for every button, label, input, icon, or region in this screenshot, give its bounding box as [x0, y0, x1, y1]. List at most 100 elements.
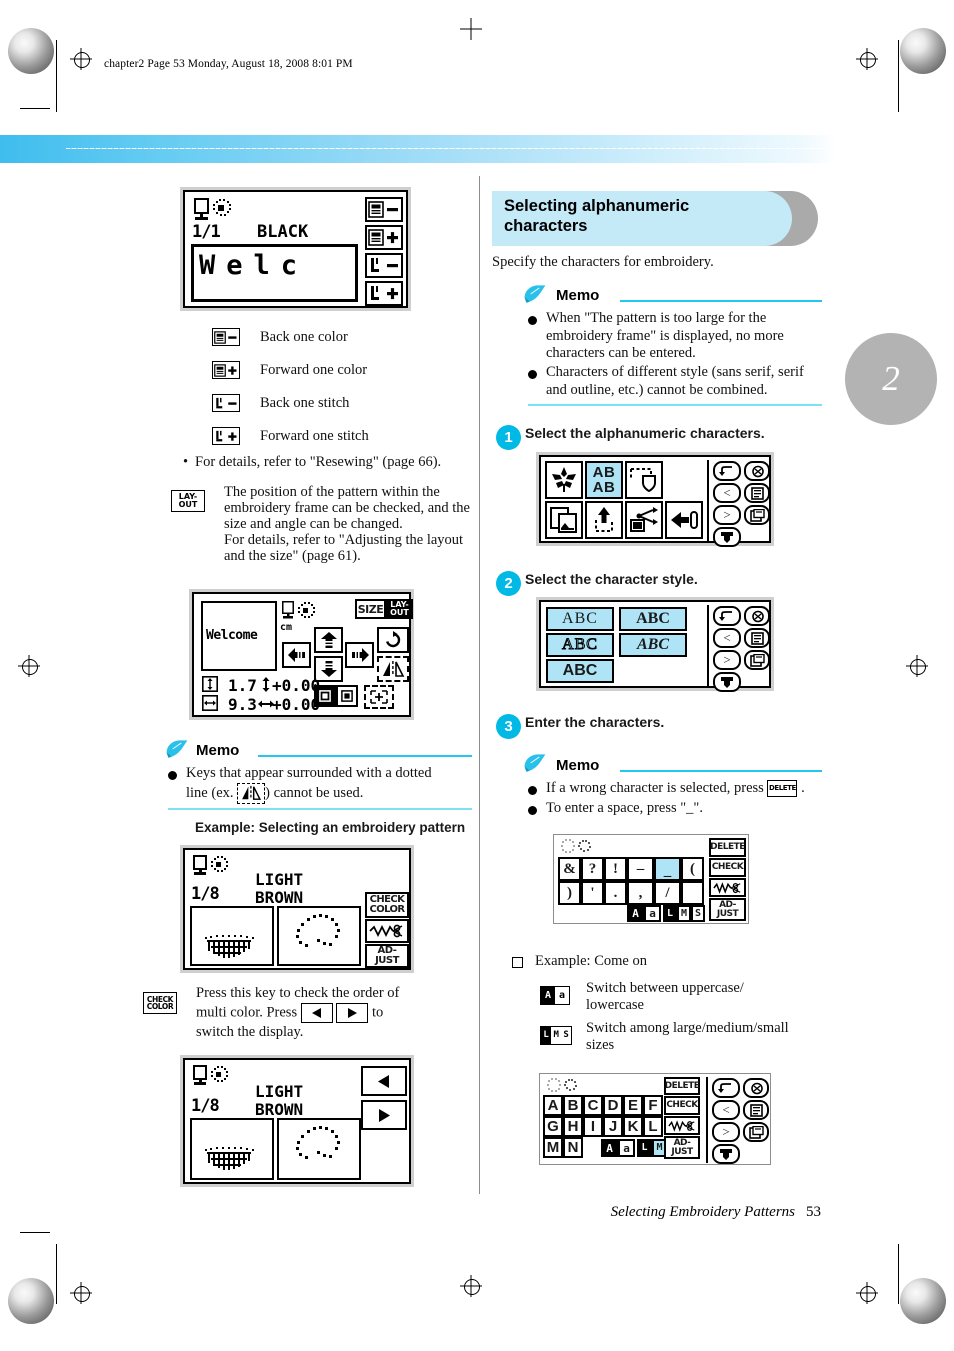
- lcd-key-back-one-color[interactable]: [365, 197, 403, 222]
- lcd-key-delete[interactable]: DELETE: [664, 1077, 700, 1095]
- lcd-symbol-key[interactable]: ?: [581, 857, 604, 881]
- lcd-key-book[interactable]: [743, 1122, 769, 1142]
- lcd-letter-key[interactable]: N: [563, 1137, 583, 1158]
- lcd-key-check[interactable]: CHECK: [664, 1096, 700, 1115]
- lcd-key-next-page[interactable]: >: [712, 1122, 740, 1142]
- lcd-key-case-upper[interactable]: A: [601, 1139, 618, 1157]
- lcd-key-style-outline[interactable]: ABC: [546, 633, 614, 657]
- lcd-key-mirror: [377, 656, 409, 682]
- lcd-letter-key[interactable]: C: [583, 1095, 603, 1116]
- lcd-key-adjust[interactable]: AD- JUST: [709, 898, 746, 921]
- lcd-key-needle-position[interactable]: [744, 606, 770, 626]
- lcd-key-next[interactable]: [361, 1100, 407, 1130]
- lcd-symbol-key[interactable]: .: [604, 881, 627, 905]
- lcd-key-set[interactable]: [712, 1144, 740, 1164]
- lcd-key-memory-recall[interactable]: [665, 501, 703, 539]
- lcd-symbol-key[interactable]: ': [581, 881, 604, 905]
- lcd-letter-key[interactable]: E: [623, 1095, 643, 1116]
- lcd-key-check[interactable]: CHECK: [709, 858, 746, 877]
- lcd-key-needle-position[interactable]: [744, 461, 770, 481]
- lcd-symbol-key-space-selected[interactable]: _: [654, 857, 681, 881]
- adjust-line2: JUST: [375, 955, 399, 966]
- lcd-key-check-color[interactable]: CHECK COLOR: [365, 892, 409, 918]
- ab-key-line2: AB: [592, 479, 616, 496]
- memo1-item2-line1: Characters of different style (sans seri…: [546, 364, 804, 380]
- lcd-key-manual[interactable]: [744, 483, 770, 503]
- lcd-key-pocket-save[interactable]: [585, 501, 623, 539]
- lcd-letter-key[interactable]: I: [583, 1116, 603, 1137]
- lcd-key-move-up[interactable]: [314, 627, 343, 653]
- lcd-letter-key[interactable]: K: [623, 1116, 643, 1137]
- lcd-key-set[interactable]: [713, 672, 741, 692]
- lcd-key-return[interactable]: [713, 461, 741, 481]
- lcd-letter-key[interactable]: J: [603, 1116, 623, 1137]
- lcd-key-next-page[interactable]: >: [713, 650, 741, 670]
- lcd-key-floral-patterns[interactable]: [545, 461, 583, 499]
- lcd-key-style-block[interactable]: ABC: [546, 659, 614, 683]
- lcd-key-case-upper[interactable]: A: [627, 905, 644, 922]
- lcd-key-thread-cut[interactable]: [365, 919, 409, 943]
- lcd-symbol-key[interactable]: –: [627, 857, 654, 881]
- lcd-key-set[interactable]: [713, 527, 741, 547]
- lcd-key-size-small[interactable]: S: [691, 905, 705, 922]
- lcd-key-book[interactable]: [744, 505, 770, 525]
- lcd-key-corner-mode[interactable]: [336, 685, 358, 707]
- lcd-key-move-right[interactable]: [345, 642, 374, 668]
- lcd-key-thread-cut[interactable]: [709, 878, 746, 897]
- lcd-symbol-key[interactable]: ,: [627, 881, 654, 905]
- lcd-key-next-page[interactable]: >: [713, 505, 741, 525]
- lcd-color-line2: BROWN: [255, 888, 304, 907]
- lcd-key-adjust[interactable]: AD- JUST: [365, 944, 409, 968]
- lcd-letter-key[interactable]: A: [543, 1095, 563, 1116]
- lcd-key-frame-patterns[interactable]: [625, 461, 663, 499]
- lcd-key-size-large[interactable]: L: [637, 1139, 652, 1157]
- lcd-symbol-key[interactable]: &: [558, 857, 581, 881]
- lcd-key-needle-position[interactable]: [743, 1078, 769, 1098]
- lcd-key-move-left[interactable]: [282, 642, 311, 668]
- lcd-key-thread-cut[interactable]: [664, 1116, 700, 1135]
- lcd-key-prev-page[interactable]: <: [712, 1100, 740, 1120]
- lcd-key-manual[interactable]: [744, 628, 770, 648]
- lcd-key-back-one-stitch[interactable]: [365, 253, 403, 278]
- lcd-key-style-sans[interactable]: ABC: [546, 607, 614, 631]
- lcd-symbol-key[interactable]: (: [681, 857, 704, 881]
- lcd-key-adjust[interactable]: AD- JUST: [664, 1136, 700, 1159]
- lcd-key-style-script[interactable]: ABC: [619, 633, 687, 657]
- lcd-letter-key[interactable]: H: [563, 1116, 583, 1137]
- lcd-key-size-medium[interactable]: M: [677, 905, 691, 922]
- lcd-key-delete[interactable]: DELETE: [709, 838, 746, 857]
- lcd-letter-key[interactable]: B: [563, 1095, 583, 1116]
- lcd-symbol-key[interactable]: ): [558, 881, 581, 905]
- lcd-key-style-bold-serif[interactable]: ABC: [619, 607, 687, 631]
- lcd-symbol-key-blank[interactable]: [681, 881, 704, 905]
- lcd-letter-key[interactable]: F: [643, 1095, 663, 1116]
- lcd-key-layout[interactable]: LAY- OUT: [386, 599, 413, 619]
- lcd-symbol-key[interactable]: !: [604, 857, 627, 881]
- lcd-key-combine[interactable]: [545, 501, 583, 539]
- example-label: Example: Come on: [535, 953, 647, 969]
- section-heading-line1: Selecting alphanumeric: [504, 197, 690, 215]
- lcd-letter-key[interactable]: L: [643, 1116, 663, 1137]
- lcd-key-usb-transfer[interactable]: [625, 501, 663, 539]
- lcd-key-book[interactable]: [744, 650, 770, 670]
- lcd-key-center-mode[interactable]: [314, 685, 336, 707]
- lcd-key-prev-page[interactable]: <: [713, 483, 741, 503]
- lcd-key-manual[interactable]: [743, 1100, 769, 1120]
- lcd-key-size-large[interactable]: L: [663, 905, 677, 922]
- lcd-key-prev-page[interactable]: <: [713, 628, 741, 648]
- lcd-symbol-key[interactable]: /: [654, 881, 681, 905]
- lcd-key-alphanumeric[interactable]: AB AB: [585, 461, 623, 499]
- lcd-key-size[interactable]: SIZE: [355, 599, 386, 619]
- lcd-letter-key[interactable]: M: [543, 1137, 563, 1158]
- lcd-key-rotate[interactable]: [377, 627, 409, 653]
- lcd-key-return[interactable]: [713, 606, 741, 626]
- lcd-letter-key[interactable]: D: [603, 1095, 623, 1116]
- lcd-key-case-lower[interactable]: a: [644, 905, 661, 922]
- lcd-letter-key[interactable]: G: [543, 1116, 563, 1137]
- lcd-key-return[interactable]: [712, 1078, 740, 1098]
- crosshair-ring-bottom-center: [464, 1279, 480, 1295]
- lcd-key-prev[interactable]: [361, 1066, 407, 1096]
- lcd-key-case-lower[interactable]: a: [618, 1139, 635, 1157]
- lcd-key-forward-one-color[interactable]: [365, 225, 403, 250]
- lcd-key-forward-one-stitch[interactable]: [365, 281, 403, 306]
